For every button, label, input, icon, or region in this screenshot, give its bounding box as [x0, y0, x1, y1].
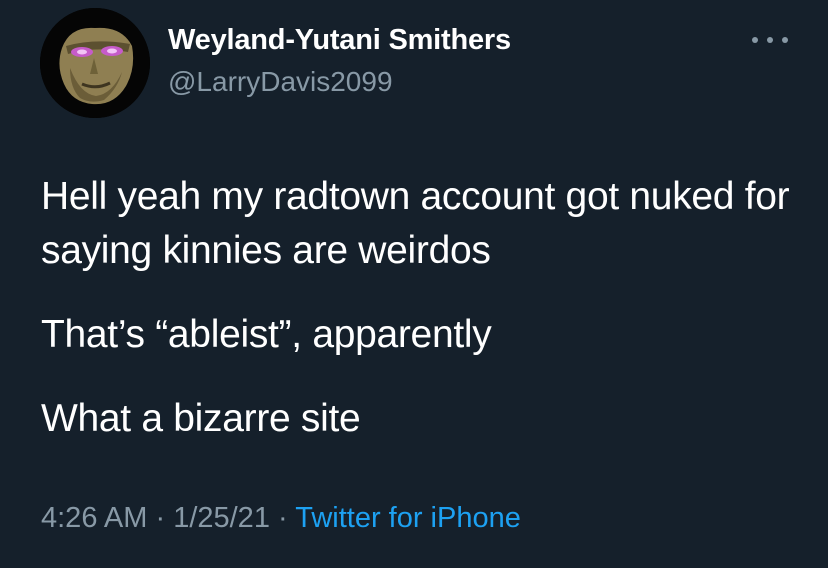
tweet-text: Hell yeah my radtown account got nuked f… [41, 170, 801, 476]
tweet-paragraph: That’s “ableist”, apparently [41, 313, 492, 356]
separator: · [147, 502, 174, 534]
more-horizontal-icon[interactable] [752, 30, 788, 50]
tweet-card: Weyland-Yutani Smithers @LarryDavis2099 … [0, 0, 828, 568]
tweet-meta: 4:26 AM · 1/25/21 · Twitter for iPhone [41, 502, 521, 535]
display-name[interactable]: Weyland-Yutani Smithers [168, 24, 511, 57]
separator: · [269, 502, 296, 534]
avatar[interactable] [40, 8, 150, 118]
dot [782, 37, 788, 43]
tweet-source-link[interactable]: Twitter for iPhone [295, 502, 521, 534]
tweet-time[interactable]: 4:26 AM [41, 502, 147, 534]
dot [752, 37, 758, 43]
avatar-image [40, 8, 150, 118]
dot [767, 37, 773, 43]
tweet-date[interactable]: 1/25/21 [173, 502, 270, 534]
user-handle[interactable]: @LarryDavis2099 [168, 66, 393, 98]
tweet-paragraph: What a bizarre site [41, 397, 361, 440]
tweet-paragraph: Hell yeah my radtown account got nuked f… [41, 175, 790, 272]
